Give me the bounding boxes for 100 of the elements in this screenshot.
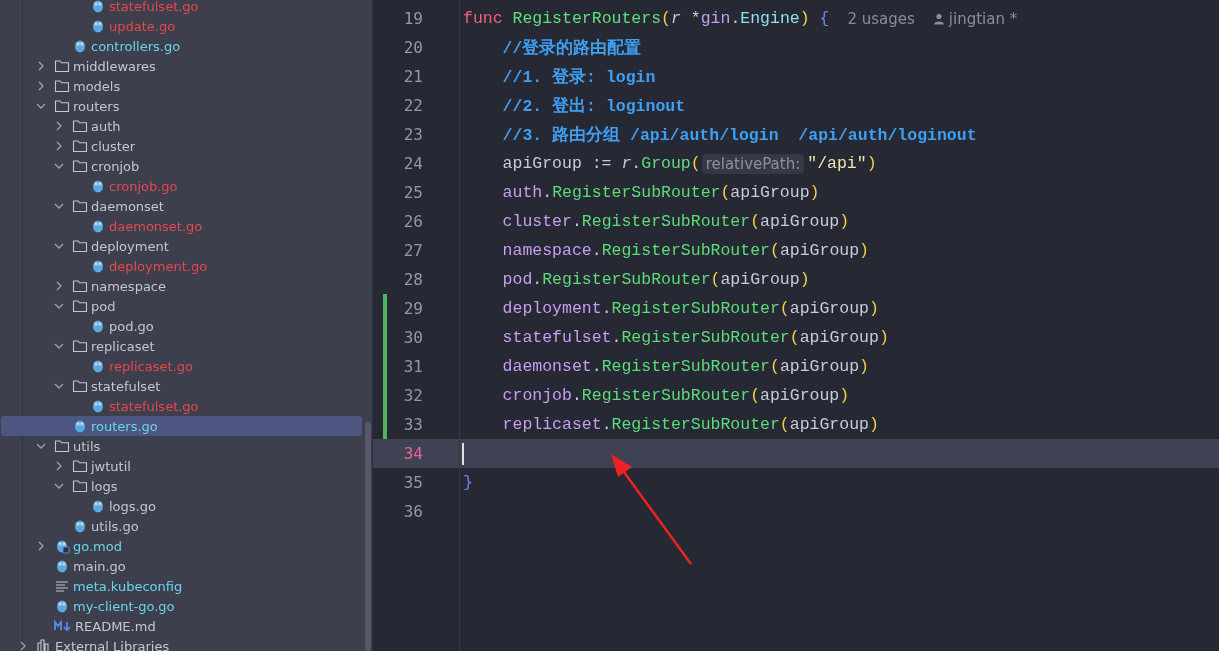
code-token: . [591, 357, 602, 376]
code-token: ( [779, 299, 790, 318]
code-token: . [611, 328, 622, 347]
scrollbar[interactable] [365, 422, 371, 651]
folder-icon [54, 59, 70, 73]
gopher-icon [90, 178, 106, 194]
tree-item[interactable]: logs.go [1, 496, 362, 516]
folder-icon [54, 439, 70, 453]
tree-item[interactable]: pod.go [1, 316, 362, 336]
chevron-down-icon[interactable] [54, 241, 64, 251]
code-token: ( [720, 183, 731, 202]
code-token: apiGroup [720, 270, 800, 289]
chevron-right-icon[interactable] [54, 461, 64, 471]
chevron-down-icon[interactable] [54, 341, 64, 351]
code-token: . [601, 415, 612, 434]
code-token: ) [839, 386, 850, 405]
line-number: 23 [402, 125, 423, 144]
code-token: ) [799, 270, 810, 289]
code-token: ) [809, 183, 820, 202]
tree-item[interactable]: jwtutil [1, 456, 362, 476]
folder-icon [54, 79, 70, 93]
chevron-down-icon[interactable] [36, 441, 46, 451]
tree-item[interactable]: pod [1, 296, 362, 316]
tree-item[interactable]: namespace [1, 276, 362, 296]
code-token: RegisterRouters [512, 9, 662, 28]
tree-item[interactable]: go.mod [1, 536, 362, 556]
chevron-down-icon[interactable] [54, 381, 64, 391]
tree-item[interactable]: auth [1, 116, 362, 136]
code-token: Engine [740, 9, 800, 28]
line-number: 35 [402, 473, 423, 492]
code-token: } [463, 473, 473, 492]
code-token: RegisterSubRouter [581, 212, 751, 231]
tree-item[interactable]: meta.kubeconfig [1, 576, 362, 596]
code-token: RegisterSubRouter [581, 386, 751, 405]
gopher-icon [72, 518, 88, 534]
code-token: ) [878, 328, 889, 347]
tree-item[interactable]: deployment [1, 236, 362, 256]
chevron-right-icon[interactable] [54, 281, 64, 291]
text-cursor [462, 442, 464, 465]
chevron-right-icon[interactable] [36, 541, 46, 551]
chevron-down-icon[interactable] [54, 161, 64, 171]
code-token: . [571, 212, 582, 231]
chevron-down-icon[interactable] [36, 101, 46, 111]
line-number: 32 [402, 386, 423, 405]
line-number: 30 [402, 328, 423, 347]
chevron-down-icon[interactable] [54, 481, 64, 491]
tree-item[interactable]: middlewares [1, 56, 362, 76]
code-token: RegisterSubRouter [601, 357, 770, 376]
folder-icon [54, 99, 70, 113]
code-token: ( [710, 270, 721, 289]
gopher-icon [90, 318, 106, 334]
line-number: 21 [402, 67, 423, 86]
tree-item[interactable]: controllers.go [1, 36, 362, 56]
code-token: apiGroup [760, 212, 840, 231]
folder-icon [72, 379, 88, 393]
line-number: 24 [402, 154, 423, 173]
code-token: deployment [501, 299, 602, 318]
code-token: "/api" [807, 154, 867, 173]
code-token: namespace [501, 241, 592, 260]
chevron-right-icon[interactable] [18, 641, 28, 651]
tree-item[interactable]: main.go [1, 556, 362, 576]
tree-item[interactable]: utils.go [1, 516, 362, 536]
tree-item[interactable]: daemonset [1, 196, 362, 216]
code-token: apiGroup [789, 299, 869, 318]
line-number: 26 [402, 212, 423, 231]
code-token: r [621, 154, 632, 173]
gopher-icon [54, 598, 70, 614]
code-token: //3. 路由分组 /api/auth/login /api/auth/loginout [501, 124, 977, 146]
chevron-down-icon[interactable] [54, 201, 64, 211]
user-icon [932, 12, 945, 25]
code-token: . [591, 241, 602, 260]
tree-item[interactable]: statefulset [1, 376, 362, 396]
tree-item[interactable]: logs [1, 476, 362, 496]
folder-icon [72, 159, 88, 173]
tree-item[interactable]: replicaset [1, 336, 362, 356]
gopher-icon [90, 358, 106, 374]
tree-item[interactable]: utils [1, 436, 362, 456]
tree-item[interactable]: my-client-go.go [1, 596, 362, 616]
code-token: gin [700, 9, 731, 28]
tree-item[interactable]: models [1, 76, 362, 96]
folder-icon [72, 339, 88, 353]
line-number: 27 [402, 241, 423, 260]
author-hint[interactable]: jingtian * [948, 9, 1018, 28]
tree-item[interactable]: cluster [1, 136, 362, 156]
code-token: ( [769, 241, 780, 260]
line-number: 28 [402, 270, 423, 289]
tree-item[interactable]: External Libraries [1, 636, 362, 651]
gopher-module-icon [54, 538, 70, 554]
code-token: . [542, 183, 553, 202]
tree-item[interactable]: routers.go [1, 416, 362, 436]
code-token: RegisterSubRouter [542, 270, 711, 289]
code-token: apiGroup [779, 241, 860, 260]
usages-link[interactable]: 2 usages [847, 9, 915, 28]
tree-item[interactable]: routers [1, 96, 362, 116]
code-token: pod [501, 270, 533, 289]
library-icon [36, 639, 52, 651]
tree-item[interactable]: cronjob [1, 156, 362, 176]
tree-item[interactable]: README.md [1, 616, 362, 636]
chevron-down-icon[interactable] [54, 301, 64, 311]
folder-icon [72, 279, 88, 293]
